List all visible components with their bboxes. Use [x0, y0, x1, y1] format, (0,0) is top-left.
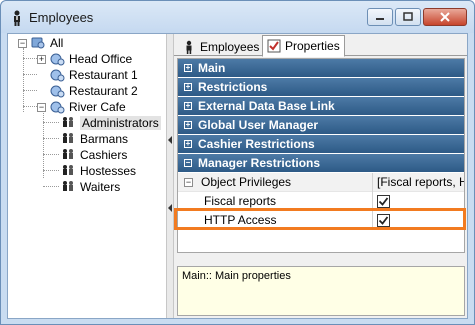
category-label: Global User Manager	[198, 118, 319, 132]
minimize-button[interactable]	[367, 8, 393, 26]
tree-item-restaurant-1[interactable]: Restaurant 1	[49, 67, 138, 83]
expand-toggle[interactable]: +	[184, 64, 192, 72]
panel-splitter[interactable]	[166, 34, 174, 318]
title-bar[interactable]: Employees	[1, 1, 474, 33]
client-area: − All + Head Office Restaurant 1 Restaur…	[7, 33, 468, 319]
tree-item-restaurant-2[interactable]: Restaurant 2	[49, 83, 138, 99]
employees-icon	[63, 133, 73, 143]
tree-label: Administrators	[80, 116, 161, 130]
employees-window: Employees − All + Head Office Restaurant…	[0, 0, 475, 325]
tree-line	[43, 122, 59, 123]
property-description: Main:: Main properties	[177, 266, 465, 316]
tree-line	[43, 154, 59, 155]
expand-toggle[interactable]: +	[184, 83, 192, 91]
close-icon	[440, 12, 450, 22]
tree-item-hostesses[interactable]: Hostesses	[60, 163, 136, 179]
tree-line	[23, 106, 37, 107]
tree-line	[23, 58, 37, 59]
tab-properties[interactable]: Properties	[262, 35, 345, 57]
properties-checklist-icon	[267, 39, 281, 53]
category-label: Manager Restrictions	[198, 156, 321, 170]
group-icon	[50, 85, 65, 98]
tree-item-waiters[interactable]: Waiters	[60, 179, 120, 195]
person-icon	[186, 40, 192, 54]
highlight-frame	[174, 208, 466, 230]
expand-toggle[interactable]: +	[184, 140, 192, 148]
tab-bar: Employees Properties	[174, 34, 467, 57]
tab-label: Employees	[200, 39, 260, 54]
tree-line	[43, 106, 44, 178]
employees-icon	[63, 149, 73, 159]
expand-toggle[interactable]: +	[184, 121, 192, 129]
category-cashier-restrictions[interactable]: + Cashier Restrictions	[178, 135, 464, 154]
property-label: Fiscal reports	[204, 194, 277, 208]
tree-item-head-office[interactable]: + Head Office	[37, 51, 132, 67]
employees-icon	[63, 165, 73, 175]
category-restrictions[interactable]: + Restrictions	[178, 78, 464, 97]
properties-panel: Employees Properties + Main + Restrictio…	[174, 34, 467, 318]
maximize-button[interactable]	[395, 8, 421, 26]
tree-item-river-cafe[interactable]: − River Cafe	[37, 99, 126, 115]
employee-group-tree[interactable]: − All + Head Office Restaurant 1 Restaur…	[8, 34, 166, 318]
group-icon	[31, 37, 45, 49]
employees-icon	[63, 181, 73, 191]
checkmark-icon	[378, 196, 389, 206]
window-title: Employees	[29, 10, 94, 25]
collapse-toggle[interactable]: −	[37, 102, 46, 112]
tree-label: Cashiers	[80, 148, 128, 162]
group-icon	[50, 101, 65, 114]
category-label: Cashier Restrictions	[198, 137, 315, 151]
collapse-toggle[interactable]: −	[184, 159, 192, 167]
property-value[interactable]: [Fiscal reports, HTTP Access]	[374, 173, 464, 192]
tree-label: Barmans	[80, 132, 129, 146]
tree-item-all[interactable]: − All	[18, 35, 63, 51]
tab-employees[interactable]: Employees	[178, 37, 263, 56]
tree-label: Restaurant 1	[69, 68, 138, 82]
tree-line	[23, 90, 37, 91]
category-global-user-manager[interactable]: + Global User Manager	[178, 116, 464, 135]
tree-label: Hostesses	[80, 164, 137, 178]
expand-toggle[interactable]: +	[184, 102, 192, 110]
collapse-toggle[interactable]: −	[18, 38, 27, 48]
tree-line	[43, 170, 59, 171]
collapse-left-arrow-icon[interactable]	[168, 204, 172, 212]
minimize-icon	[376, 18, 384, 20]
category-label: Restrictions	[198, 80, 268, 94]
tree-label: Restaurant 2	[69, 84, 138, 98]
category-label: Main	[198, 61, 226, 75]
tree-label: Waiters	[80, 180, 121, 194]
group-icon	[50, 53, 65, 66]
tree-item-administrators[interactable]: Administrators	[60, 115, 161, 131]
property-object-privileges[interactable]: − Object Privileges [Fiscal reports, HTT…	[178, 172, 464, 192]
close-button[interactable]	[423, 8, 467, 26]
category-manager-restrictions[interactable]: − Manager Restrictions	[178, 154, 464, 173]
tree-label: Head Office	[69, 52, 133, 66]
person-icon	[14, 10, 20, 26]
collapse-toggle[interactable]: −	[184, 177, 193, 187]
employees-icon	[63, 117, 73, 127]
tree-line	[23, 74, 37, 75]
property-name: − Object Privileges	[178, 172, 373, 192]
category-label: External Data Base Link	[198, 99, 335, 113]
tree-item-cashiers[interactable]: Cashiers	[60, 147, 127, 163]
tree-line	[43, 186, 59, 187]
fiscal-reports-checkbox[interactable]	[377, 194, 390, 208]
category-main[interactable]: + Main	[178, 59, 464, 78]
group-icon	[50, 69, 65, 82]
tree-line	[43, 138, 59, 139]
expand-toggle[interactable]: +	[37, 54, 46, 64]
tab-label: Properties	[285, 39, 340, 53]
tree-label: All	[50, 36, 64, 50]
property-label: Object Privileges	[201, 175, 292, 189]
collapse-left-arrow-icon[interactable]	[168, 136, 172, 144]
category-external-database-link[interactable]: + External Data Base Link	[178, 97, 464, 116]
tree-label: River Cafe	[69, 100, 126, 114]
tree-item-barmans[interactable]: Barmans	[60, 131, 128, 147]
maximize-icon	[403, 12, 413, 21]
